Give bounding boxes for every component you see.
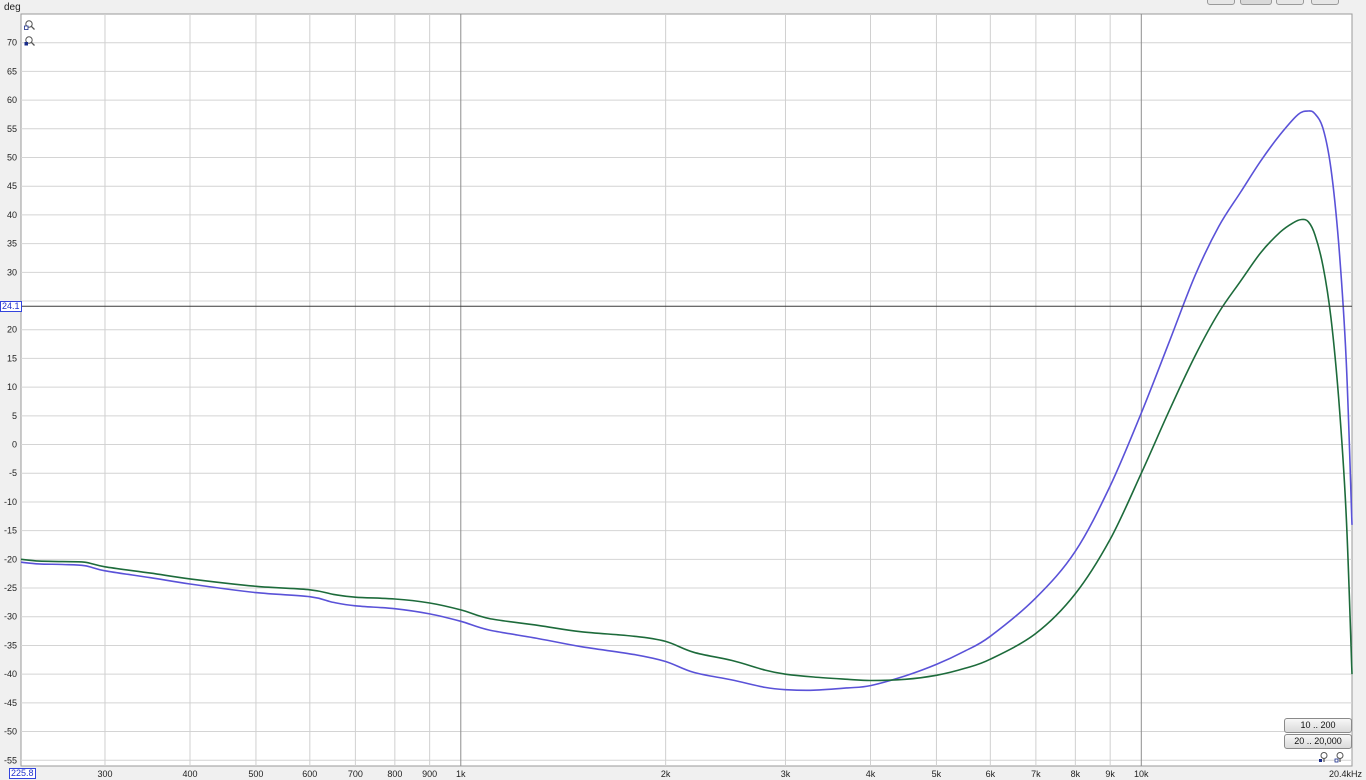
y-tick-label: 60 — [7, 95, 17, 105]
x-tick-label: 10k — [1134, 769, 1149, 779]
y-tick-label: -25 — [4, 583, 17, 593]
zoom-in-icon[interactable] — [24, 18, 36, 30]
y-tick-label: -40 — [4, 669, 17, 679]
y-unit-label: deg — [4, 2, 21, 13]
x-tick-label: 400 — [182, 769, 197, 779]
x-tick-label: 3k — [781, 769, 791, 779]
range-button-low[interactable]: 10 .. 200 — [1284, 718, 1352, 733]
x-tick-label: 900 — [422, 769, 437, 779]
y-tick-label: 20 — [7, 325, 17, 335]
x-tick-label: 4k — [866, 769, 876, 779]
x-tick-label: 2k — [661, 769, 671, 779]
x-tick-label: 5k — [932, 769, 942, 779]
x-tick-label: 600 — [302, 769, 317, 779]
y-tick-label: -10 — [4, 497, 17, 507]
y-tick-label: -5 — [9, 468, 17, 478]
x-tick-label: 6k — [986, 769, 996, 779]
y-tick-label: -55 — [4, 755, 17, 765]
y-tick-label: -50 — [4, 727, 17, 737]
x-tick-label: 7k — [1031, 769, 1041, 779]
y-tick-label: 40 — [7, 210, 17, 220]
x-tick-label: 20.4kHz — [1329, 769, 1363, 779]
y-tick-label: 50 — [7, 153, 17, 163]
y-tick-label: 55 — [7, 124, 17, 134]
y-tick-label: -30 — [4, 612, 17, 622]
x-tick-label: 500 — [248, 769, 263, 779]
zoom-out-icon[interactable] — [24, 34, 36, 46]
toolbar-tab-4[interactable] — [1311, 0, 1339, 5]
y-tick-label: 30 — [7, 267, 17, 277]
x-tick-label: 300 — [97, 769, 112, 779]
x-tick-label: 8k — [1071, 769, 1081, 779]
y-tick-label: -20 — [4, 554, 17, 564]
toolbar-tab-2[interactable] — [1240, 0, 1272, 5]
plot-area[interactable] — [20, 13, 1353, 767]
toolbar-tab-3[interactable] — [1276, 0, 1304, 5]
y-tick-label: 5 — [12, 411, 17, 421]
y-tick-label: 10 — [7, 382, 17, 392]
zoom-out-x-icon[interactable] — [1318, 750, 1330, 762]
y-tick-label: 65 — [7, 66, 17, 76]
cursor-x-readout: 225.8 — [9, 768, 36, 779]
x-tick-label: 1k — [456, 769, 466, 779]
toolbar-tab-1[interactable] — [1207, 0, 1235, 5]
cursor-y-readout: 24.1 — [0, 301, 22, 313]
y-tick-label: 0 — [12, 440, 17, 450]
y-tick-label: 45 — [7, 181, 17, 191]
phase-response-chart[interactable]: 70656055504540353020151050-5-10-15-20-25… — [0, 0, 1366, 780]
y-tick-label: -15 — [4, 526, 17, 536]
y-tick-label: -45 — [4, 698, 17, 708]
y-tick-label: 70 — [7, 38, 17, 48]
x-tick-label: 700 — [348, 769, 363, 779]
y-axis-labels: 70656055504540353020151050-5-10-15-20-25… — [4, 38, 17, 766]
y-tick-label: 35 — [7, 239, 17, 249]
zoom-in-x-icon[interactable] — [1334, 750, 1346, 763]
x-axis-labels: 300 400 500 600 700 800 900 1k 2k 3k 4k 5k 6k 7k 8k 9k 1… — [97, 769, 1362, 779]
x-tick-label: 9k — [1105, 769, 1115, 779]
y-tick-label: 15 — [7, 353, 17, 363]
x-tick-label: 800 — [387, 769, 402, 779]
range-button-full[interactable]: 20 .. 20,000 — [1284, 734, 1352, 749]
y-tick-label: -35 — [4, 640, 17, 650]
